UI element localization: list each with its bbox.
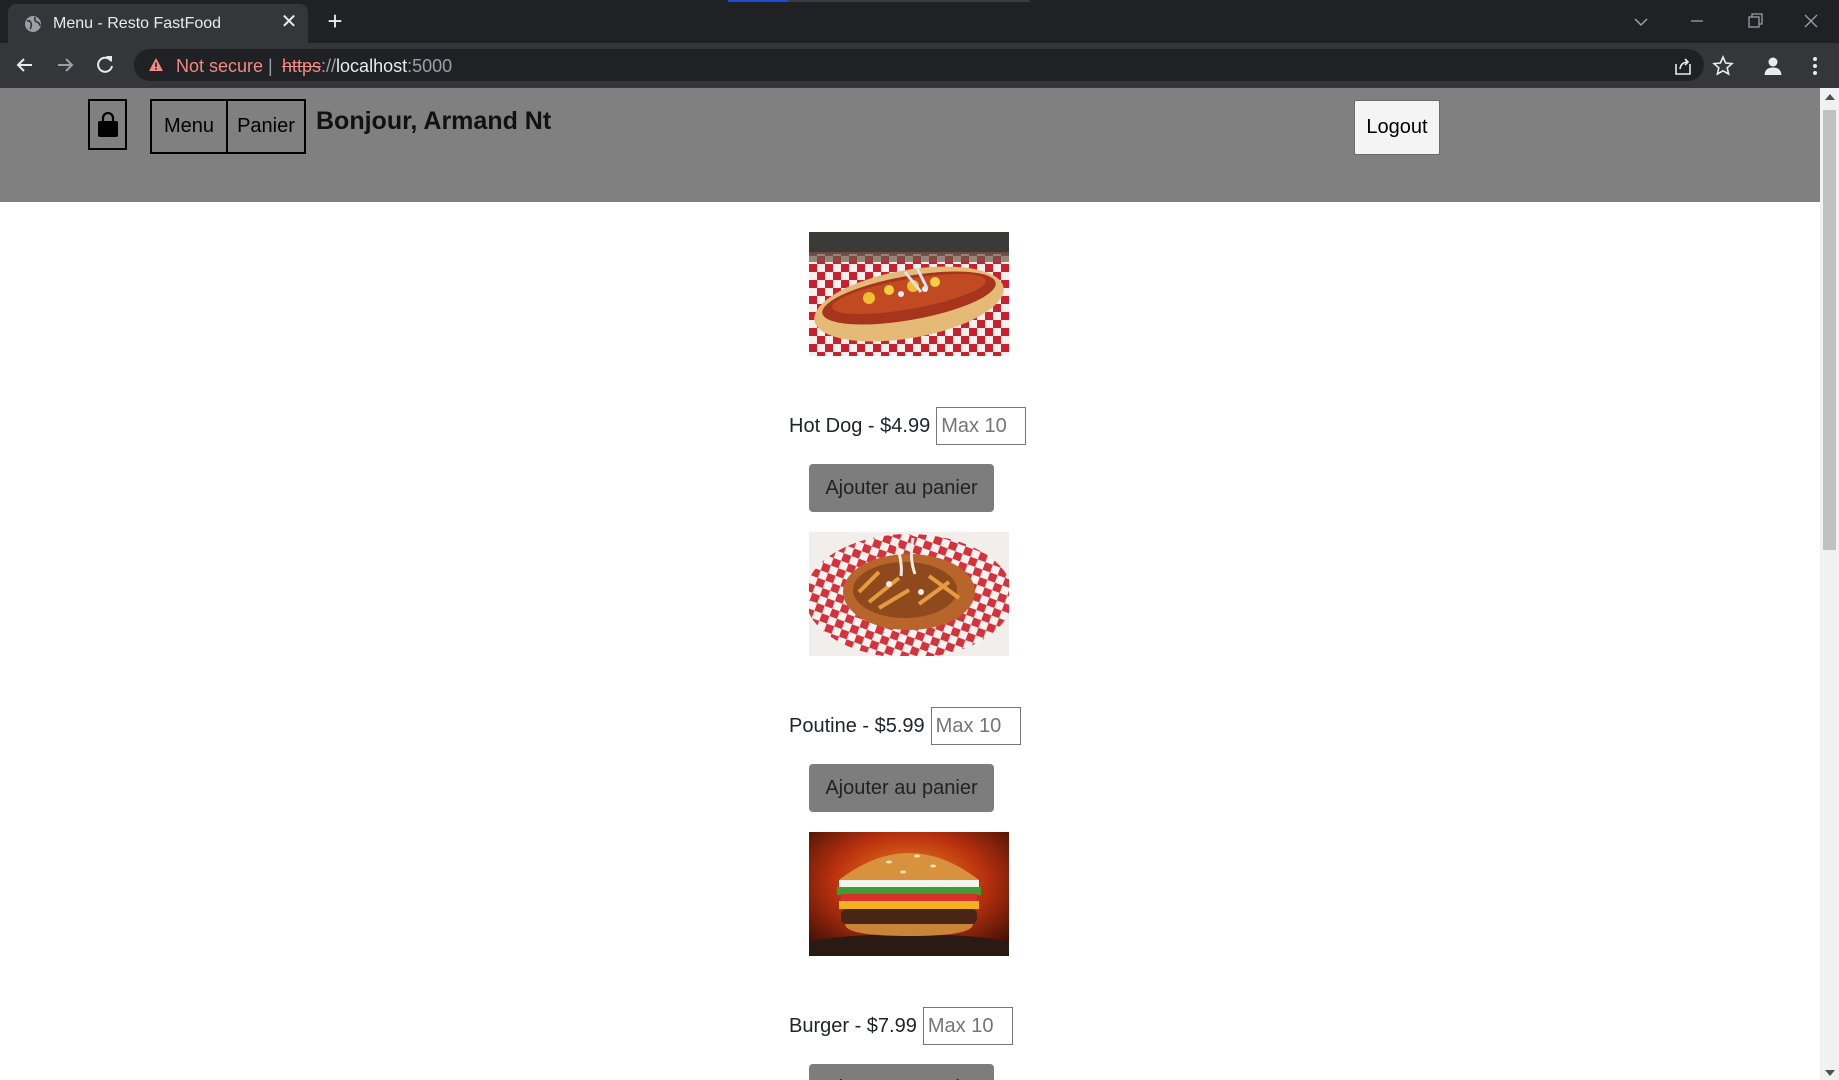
hot-dog-image — [809, 232, 1009, 356]
browser-tabstrip: Menu - Resto FastFood ✕ + — [0, 0, 1839, 43]
product-row: Burger - $7.99 — [789, 1006, 1013, 1046]
tab-search-icon[interactable] — [1630, 6, 1652, 36]
add-to-cart-button[interactable]: Ajouter au panier — [809, 764, 994, 812]
greeting-text: Bonjour, Armand Nt — [316, 107, 552, 135]
omnibox-divider: | — [268, 56, 273, 76]
product-row: Hot Dog - $4.99 — [789, 406, 1027, 446]
add-to-cart-button[interactable]: Ajouter au panier — [809, 464, 994, 512]
tab-title: Menu - Resto FastFood — [53, 15, 222, 32]
url-port: :5000 — [407, 56, 453, 76]
poutine-photo-icon — [809, 532, 1009, 656]
back-arrow-icon[interactable] — [12, 52, 38, 78]
globe-icon — [25, 16, 41, 32]
poutine-image — [809, 532, 1009, 656]
new-tab-icon[interactable]: + — [324, 6, 346, 36]
url-protocol: https — [282, 56, 322, 76]
product-name-price: Poutine - $5.99 — [789, 714, 925, 737]
logout-button[interactable]: Logout — [1354, 100, 1440, 155]
forward-arrow-icon[interactable] — [52, 52, 78, 78]
profile-icon[interactable] — [1762, 55, 1784, 77]
menu-nav-button[interactable]: Menu — [150, 99, 228, 154]
url-host: localhost — [336, 56, 408, 76]
browser-toolbar: Not secure | https://localhost:5000 — [0, 43, 1839, 88]
quantity-input[interactable] — [936, 407, 1027, 445]
minimize-icon[interactable] — [1686, 6, 1708, 36]
restore-icon[interactable] — [1744, 6, 1766, 36]
url-separator: :// — [321, 56, 337, 76]
loading-indicator — [728, 0, 1030, 2]
url-text[interactable]: https://localhost:5000 — [282, 56, 452, 77]
shopping-bag-button[interactable] — [88, 99, 127, 150]
site-header: Menu Panier Bonjour, Armand Nt Logout — [0, 88, 1820, 202]
browser-tab[interactable]: Menu - Resto FastFood ✕ — [8, 4, 308, 43]
security-status[interactable]: Not secure — [176, 56, 263, 77]
quantity-input[interactable] — [930, 707, 1021, 745]
page-scrollbar[interactable] — [1820, 88, 1839, 1080]
bookmark-star-icon[interactable] — [1712, 55, 1734, 77]
scroll-up-arrow-icon[interactable] — [1825, 94, 1835, 100]
tab-close-icon[interactable]: ✕ — [278, 11, 300, 33]
page-viewport: Menu Panier Bonjour, Armand Nt Logout Ho… — [0, 88, 1820, 1080]
product-row: Poutine - $5.99 — [789, 706, 1021, 746]
hot-dog-photo-icon — [809, 232, 1009, 356]
cart-nav-button[interactable]: Panier — [226, 99, 306, 154]
product-name-price: Hot Dog - $4.99 — [789, 414, 931, 437]
add-to-cart-button[interactable]: Ajouter au panier — [809, 1064, 994, 1080]
warning-icon — [149, 58, 163, 71]
burger-image — [809, 832, 1009, 956]
quantity-input[interactable] — [922, 1007, 1013, 1045]
shopping-bag-icon — [97, 111, 118, 137]
share-icon[interactable] — [1672, 55, 1694, 77]
scrollbar-thumb[interactable] — [1823, 110, 1836, 550]
window-close-icon[interactable] — [1800, 6, 1822, 36]
scroll-down-arrow-icon[interactable] — [1825, 1070, 1835, 1076]
more-menu-icon[interactable] — [1804, 55, 1826, 77]
burger-photo-icon — [809, 832, 1009, 956]
product-name-price: Burger - $7.99 — [789, 1014, 917, 1037]
address-bar[interactable]: Not secure | https://localhost:5000 — [134, 49, 1704, 81]
reload-icon[interactable] — [92, 52, 118, 78]
